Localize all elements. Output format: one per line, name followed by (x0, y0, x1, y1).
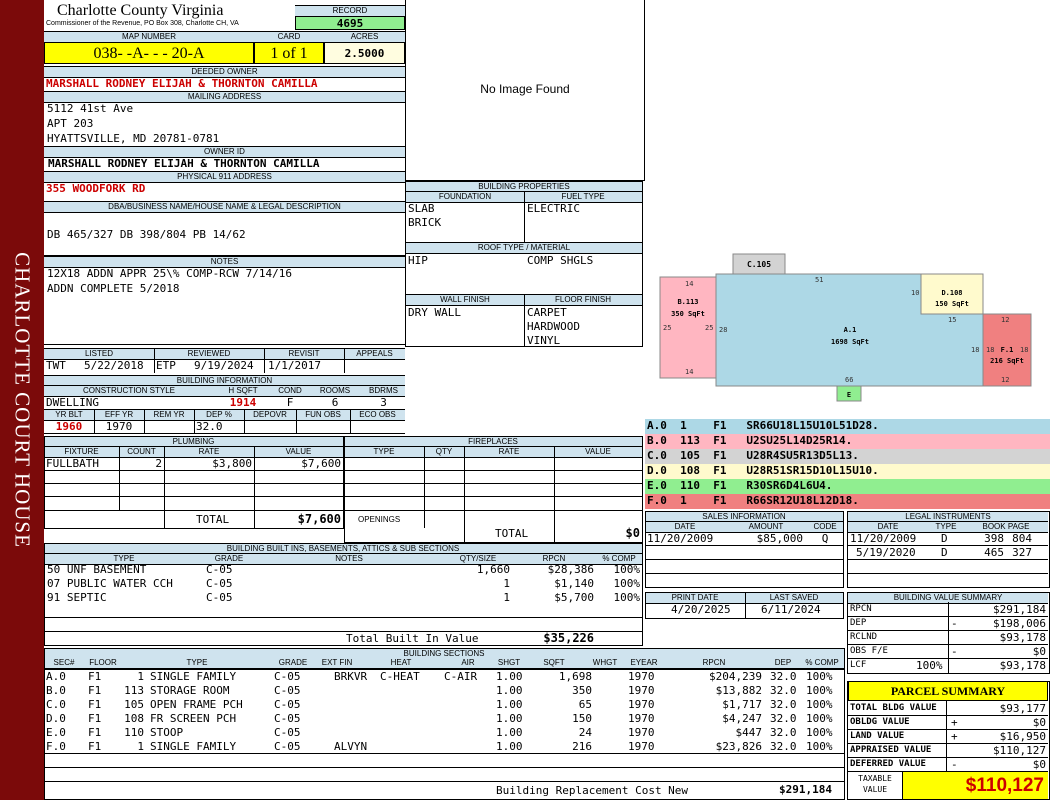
vector-row-f: F.0 1 F1 R66SR12U18L12D18. (645, 494, 1050, 509)
sketch-b113-label: B.113 (677, 298, 698, 306)
yrblt-value: 1960 (55, 420, 83, 433)
dim-28: 28 (719, 326, 727, 334)
dim-25a: 25 (663, 324, 671, 332)
mailing-line3: HYATTSVILLE, MD 20781-0781 (47, 132, 220, 145)
bdrms-value: 3 (380, 396, 387, 409)
hsqft-value: 1914 (229, 396, 257, 409)
cond-value: F (286, 396, 294, 409)
vector-row-b: B.0 113 F1 U2SU25L14D25R14. (645, 434, 1050, 449)
side-title: CHARLOTTE COURT HOUSE (10, 252, 35, 548)
rooms-value: 6 (331, 396, 339, 409)
notes-line2: ADDN COMPLETE 5/2018 (47, 282, 180, 295)
sketch-d108-label: D.108 (941, 289, 962, 297)
reviewed-by: ETP (156, 359, 176, 372)
map-number: 038- -A- - - 20-A (44, 42, 254, 64)
dim-66: 66 (845, 376, 853, 384)
sketch-e-label: E (847, 391, 851, 399)
revisit-date: 1/1/2017 (268, 359, 321, 372)
sketch-f1-area: 216 SqFt (990, 357, 1024, 365)
dim-12b: 12 (1001, 376, 1009, 384)
effyr-value: 1970 (105, 420, 133, 433)
sketch-d108-area: 150 SqFt (935, 300, 969, 308)
legal-label: DBA/BUSINESS NAME/HOUSE NAME & LEGAL DES… (44, 201, 405, 213)
vector-row-c: C.0 105 F1 U28R4SU5R13D5L13. (645, 449, 1050, 464)
sketch-b113-area: 350 SqFt (671, 310, 705, 318)
notes-line1: 12X18 ADDN APPR 25\% COMP-RCW 7/14/16 (47, 267, 293, 280)
dim-14a: 14 (685, 280, 693, 288)
remyr-label: REM YR (144, 409, 194, 421)
dim-18c: 18 (1020, 346, 1028, 354)
county-title: Charlotte County Virginia (57, 2, 224, 19)
record-value: 4695 (295, 16, 405, 30)
ecoobs-label: ECO OBS (350, 409, 405, 421)
vector-list: A.0 1 F1 SR66U18L15U10L51D28. B.0 113 F1… (645, 419, 1050, 509)
dim-25b: 25 (705, 324, 713, 332)
appeals-label: APPEALS (344, 348, 405, 360)
construction-style: DWELLING (46, 396, 99, 409)
sketch-c105-label: C.105 (747, 260, 771, 269)
depovr-label: DEPOVR (244, 409, 296, 421)
mailing-line2: APT 203 (47, 117, 94, 130)
county-subtitle: Commissioner of the Revenue, PO Box 308,… (46, 20, 239, 27)
reviewed-date: 9/19/2024 (194, 359, 254, 372)
dim-14b: 14 (685, 368, 693, 376)
dim-15: 15 (948, 316, 956, 324)
acres-value: 2.5000 (324, 42, 405, 64)
listed-date: 5/22/2018 (84, 359, 144, 372)
dim-10: 10 (911, 289, 919, 297)
dim-18a: 18 (971, 346, 979, 354)
dim-18b: 18 (986, 346, 994, 354)
dep-pct-value: 32.0 (196, 420, 223, 433)
no-image-text: No Image Found (480, 82, 570, 96)
sketch-a1-label: A.1 (844, 326, 857, 334)
listed-by: TWT (46, 359, 66, 372)
building-sketch: C.105 B.113 350 SqFt A.1 1698 SqFt D.108… (659, 253, 1032, 402)
dim-12a: 12 (1001, 316, 1009, 324)
sketch-a1-area: 1698 SqFt (831, 338, 869, 346)
legal-description: DB 465/327 DB 398/804 PB 14/62 (47, 228, 246, 241)
deeded-owner: MARSHALL RODNEY ELIJAH & THORNTON CAMILL… (46, 77, 318, 90)
vector-row-e: E.0 110 F1 R30SR6D4L6U4. (645, 479, 1050, 494)
mailing-line1: 5112 41st Ave (47, 102, 134, 115)
dim-51: 51 (815, 276, 823, 284)
sketch-f1-label: F.1 (1001, 346, 1014, 354)
card-value: 1 of 1 (254, 42, 324, 64)
vector-row-a: A.0 1 F1 SR66U18L15U10L51D28. (645, 419, 1050, 434)
physical-address: 355 WOODFORK RD (46, 182, 146, 195)
side-banner: CHARLOTTE COURT HOUSE (0, 0, 44, 800)
vector-row-d: D.0 108 F1 U28R51SR15D10L15U10. (645, 464, 1050, 479)
owner-id: MARSHALL RODNEY ELIJAH & THORNTON CAMILL… (48, 157, 320, 170)
funobs-label: FUN OBS (296, 409, 350, 421)
